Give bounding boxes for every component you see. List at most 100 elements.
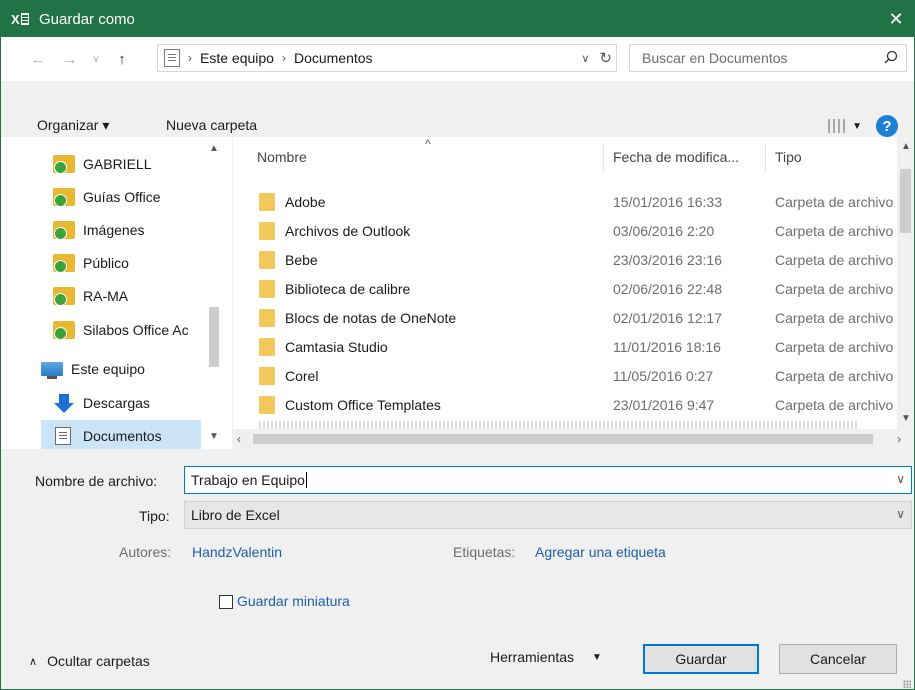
nav-item-descargas[interactable]: Descargas [53, 387, 150, 419]
folder-icon [259, 396, 275, 414]
breadcrumb-este-equipo[interactable]: Este equipo [200, 50, 274, 66]
folder-icon [259, 251, 275, 269]
file-list-horizontal-scrollbar[interactable]: ‹ › [233, 429, 914, 449]
file-date: 03/06/2016 2:20 [613, 223, 715, 239]
nav-item-ra-ma[interactable]: RA-MA [53, 280, 128, 312]
filename-dropdown-chevron-icon[interactable]: ∨ [896, 472, 905, 486]
save-thumbnail-label[interactable]: Guardar miniatura [237, 593, 350, 609]
breadcrumb-separator-icon: › [281, 51, 286, 65]
view-dropdown-chevron-icon[interactable]: ▼ [852, 121, 862, 132]
scrollbar-thumb[interactable] [900, 169, 911, 233]
file-list-vertical-scrollbar[interactable]: ▲ ▼ [897, 137, 914, 429]
table-row[interactable]: Custom Office Templates 23/01/2016 9:47 … [233, 391, 899, 420]
filename-value: Trabajo en Equipo [191, 472, 305, 488]
onedrive-shared-folder-icon [53, 188, 75, 207]
authors-field[interactable]: HandzValentin [192, 544, 282, 560]
scroll-up-icon[interactable]: ▲ [209, 143, 219, 154]
scrollbar-thumb[interactable] [253, 434, 873, 444]
table-row[interactable]: Adobe 15/01/2016 16:33 Carpeta de archiv… [233, 188, 899, 217]
hide-folders-button[interactable]: ∧ Ocultar carpetas [29, 653, 150, 669]
file-name: Adobe [285, 194, 326, 210]
filename-label: Nombre de archivo: [35, 473, 158, 489]
onedrive-folder-icon [53, 155, 75, 174]
close-button[interactable]: ✕ [878, 1, 914, 37]
table-row[interactable]: Corel 11/05/2016 0:27 Carpeta de archivo… [233, 362, 899, 391]
nav-item-label: GABRIELL [83, 156, 152, 172]
view-options-icon[interactable] [828, 119, 847, 133]
back-arrow-icon[interactable]: ← [27, 47, 49, 71]
cancel-button[interactable]: Cancelar [779, 644, 897, 674]
file-date: 02/06/2016 22:48 [613, 281, 722, 297]
breadcrumb-documentos[interactable]: Documentos [294, 50, 373, 66]
filename-field[interactable]: Trabajo en Equipo ∨ [184, 466, 912, 494]
save-thumbnail-checkbox[interactable] [219, 595, 233, 609]
column-header-name[interactable]: Nombre [257, 137, 307, 177]
toolbar: Organizar ▾ Nueva carpeta ▼ ? [1, 81, 914, 137]
nav-item-imagenes[interactable]: Imágenes [53, 214, 144, 246]
tags-field[interactable]: Agregar una etiqueta [535, 544, 666, 560]
table-row[interactable]: Biblioteca de calibre 02/06/2016 22:48 C… [233, 275, 899, 304]
partially-hidden-row [259, 421, 859, 429]
scroll-right-icon[interactable]: › [897, 432, 901, 446]
save-as-dialog: X Guardar como ✕ ← → ∨ ↑ › Este equipo ›… [0, 0, 915, 690]
file-type: Carpeta de archivos [775, 281, 893, 297]
nav-item-documentos[interactable]: Documentos [41, 420, 201, 452]
nav-item-label: Este equipo [71, 361, 145, 377]
folder-icon [259, 280, 275, 298]
file-list: ^ Nombre Fecha de modifica... Tipo Adobe… [233, 137, 914, 449]
refresh-icon[interactable]: ↻ [599, 49, 612, 67]
recent-locations-chevron-icon[interactable]: ∨ [85, 47, 107, 71]
address-row: ← → ∨ ↑ › Este equipo › Documentos ∨ ↻ B… [1, 37, 914, 81]
column-divider[interactable] [603, 143, 604, 173]
text-cursor [305, 472, 307, 488]
scrollbar-thumb[interactable] [209, 307, 219, 367]
address-dropdown-chevron-icon[interactable]: ∨ [581, 52, 589, 65]
file-type-select[interactable]: Libro de Excel ∨ [184, 501, 912, 529]
authors-label: Autores: [119, 544, 172, 560]
save-button[interactable]: Guardar [643, 644, 759, 674]
file-date: 23/03/2016 23:16 [613, 252, 722, 268]
scroll-up-icon[interactable]: ▲ [901, 141, 911, 152]
resize-grip-icon[interactable] [903, 680, 911, 688]
browser-panels: GABRIELL Guías Office Imágenes Público R… [1, 137, 914, 452]
organize-button[interactable]: Organizar ▾ [37, 117, 109, 134]
address-bar[interactable]: › Este equipo › Documentos ∨ ↻ [157, 44, 617, 72]
sort-indicator-icon: ^ [425, 137, 431, 151]
nav-item-gabriell[interactable]: GABRIELL [53, 148, 151, 180]
help-button[interactable]: ? [876, 115, 898, 137]
column-divider[interactable] [765, 143, 766, 173]
table-row[interactable]: Archivos de Outlook 03/06/2016 2:20 Carp… [233, 217, 899, 246]
nav-item-este-equipo[interactable]: Este equipo [41, 353, 145, 385]
table-row[interactable]: Bebe 23/03/2016 23:16 Carpeta de archivo… [233, 246, 899, 275]
new-folder-button[interactable]: Nueva carpeta [166, 117, 257, 133]
download-icon [53, 394, 75, 413]
file-date: 23/01/2016 9:47 [613, 397, 715, 413]
table-row[interactable]: Blocs de notas de OneNote 02/01/2016 12:… [233, 304, 899, 333]
nav-item-silabos-office[interactable]: Silabos Office Ac [53, 314, 189, 346]
file-name: Blocs de notas de OneNote [285, 310, 457, 326]
column-header-type[interactable]: Tipo [775, 137, 802, 177]
up-arrow-icon[interactable]: ↑ [111, 47, 133, 71]
type-label: Tipo: [139, 508, 170, 524]
nav-item-guias-office[interactable]: Guías Office [53, 181, 161, 213]
table-row[interactable]: Camtasia Studio 11/01/2016 18:16 Carpeta… [233, 333, 899, 362]
scroll-left-icon[interactable]: ‹ [237, 432, 241, 446]
documents-icon [55, 427, 71, 445]
tools-menu-button[interactable]: Herramientas ▼ [490, 649, 602, 665]
nav-item-publico[interactable]: Público [53, 247, 129, 279]
title-bar: X Guardar como ✕ [1, 1, 914, 37]
folder-icon [259, 338, 275, 356]
file-name: Biblioteca de calibre [285, 281, 411, 297]
file-date: 11/01/2016 18:16 [613, 339, 721, 355]
scroll-down-icon[interactable]: ▼ [209, 431, 219, 442]
file-type-dropdown-chevron-icon[interactable]: ∨ [896, 507, 905, 521]
search-input[interactable]: Buscar en Documentos [642, 50, 788, 66]
forward-arrow-icon[interactable]: → [59, 47, 81, 71]
file-type: Carpeta de archivos [775, 310, 893, 326]
nav-item-label: Guías Office [83, 189, 161, 205]
column-header-date[interactable]: Fecha de modifica... [613, 137, 739, 177]
onedrive-shared-folder-icon [53, 321, 75, 340]
scroll-down-icon[interactable]: ▼ [901, 413, 911, 424]
search-box[interactable]: Buscar en Documentos [629, 44, 907, 72]
navigation-scrollbar[interactable]: ▲ ▼ [203, 137, 225, 449]
